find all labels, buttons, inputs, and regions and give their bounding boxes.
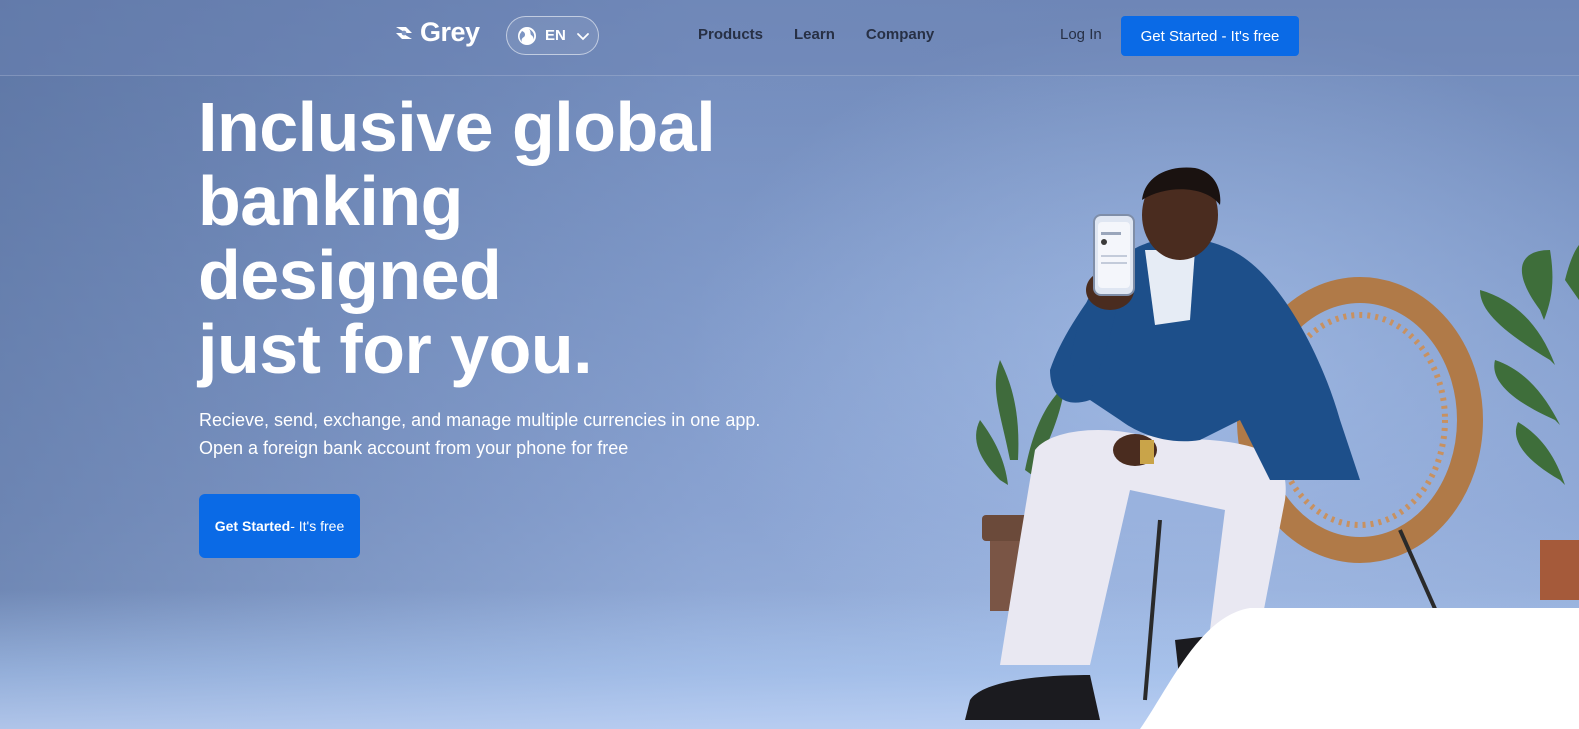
chevron-down-icon [576, 32, 589, 40]
hero-title-line: banking [198, 162, 463, 240]
grey-logo-icon [396, 26, 412, 39]
plant-pot [1540, 540, 1579, 600]
language-label: EN [545, 27, 566, 44]
plant-right [1480, 245, 1579, 485]
hero-title-line: just for you. [198, 310, 593, 388]
get-started-nav-button[interactable]: Get Started - It's free [1121, 16, 1299, 56]
language-selector[interactable]: EN [506, 16, 599, 55]
hero-cta-rest: - It's free [290, 518, 345, 534]
login-link[interactable]: Log In [1060, 26, 1102, 43]
nav-link-learn[interactable]: Learn [794, 26, 835, 43]
hero-subtitle-line: Open a foreign bank account from your ph… [199, 438, 629, 458]
navbar: Grey EN Products Learn Company Log In Ge… [0, 0, 1579, 76]
main-nav: Products Learn Company [698, 26, 934, 43]
hero-subtitle-line: Recieve, send, exchange, and manage mult… [199, 410, 761, 430]
hero-title: Inclusive global banking designed just f… [198, 90, 818, 386]
brand-name: Grey [420, 17, 480, 47]
get-started-hero-button[interactable]: Get Started - It's free [199, 494, 360, 558]
nav-link-company[interactable]: Company [866, 26, 934, 43]
nav-link-products[interactable]: Products [698, 26, 763, 43]
phone [1093, 214, 1135, 296]
hero-cta-bold: Get Started [214, 518, 291, 534]
globe-icon [518, 26, 536, 45]
hero-title-line: designed [198, 236, 502, 314]
brand-logo[interactable]: Grey [392, 17, 480, 48]
white-section-corner [1140, 608, 1579, 729]
hero-title-line: Inclusive global [198, 88, 716, 166]
hero-subtitle: Recieve, send, exchange, and manage mult… [199, 406, 819, 462]
